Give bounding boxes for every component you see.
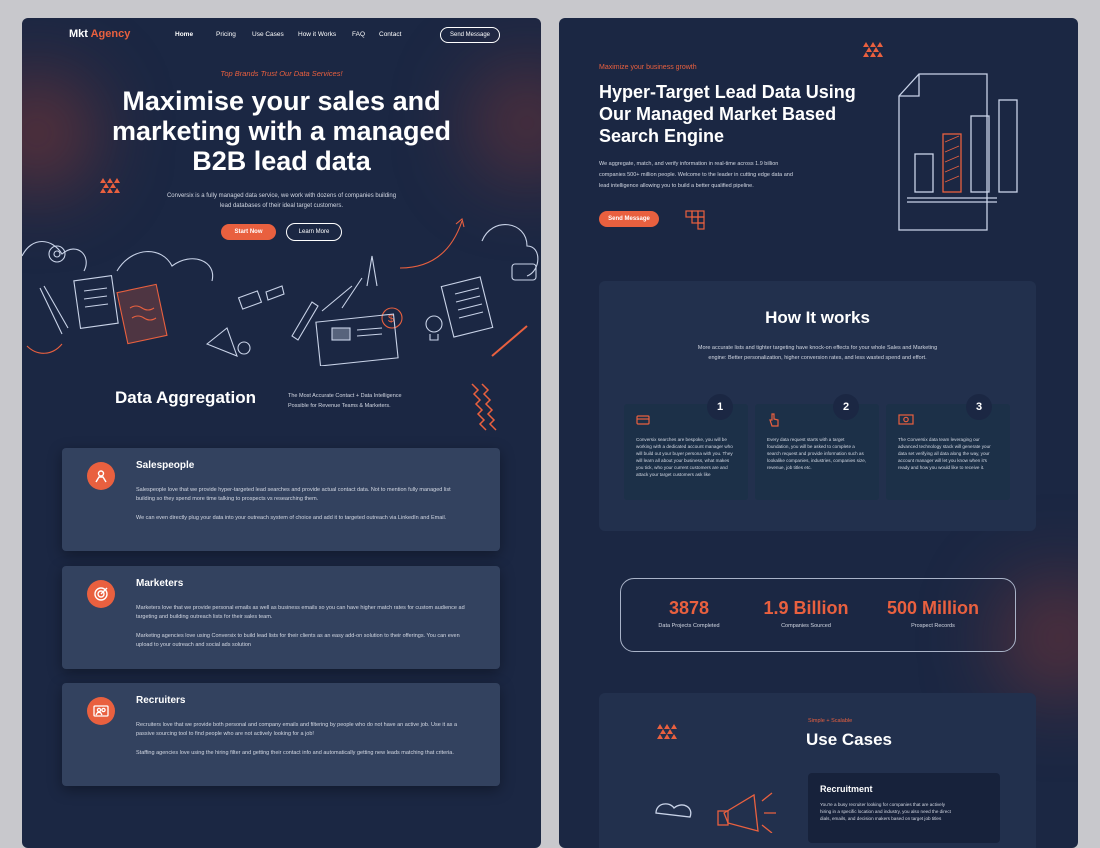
doodle-illustration: $ [22, 218, 539, 366]
recruiters-card: Recruiters Recruiters love that we provi… [62, 683, 500, 786]
landing-page-preview-right: Maximize your business growth Hyper-Targ… [559, 18, 1078, 848]
recruitment-card: Recruitment You're a busy recruiter look… [808, 773, 1000, 843]
card-text: Marketing agencies love using Conversix … [136, 633, 460, 648]
recruitment-text: You're a busy recruiter looking for comp… [820, 802, 951, 821]
card-text: Staffing agencies love using the hiring … [136, 750, 454, 756]
bar-chart-document-icon [898, 73, 1018, 231]
nav-contact[interactable]: Contact [379, 31, 419, 38]
aggregation-description: The Most Accurate Contact + Data Intelli… [288, 393, 402, 409]
stat-companies: 1.9 Billion Companies Sourced [763, 598, 849, 629]
hero-description: Conversix is a fully managed data servic… [166, 193, 397, 209]
step-card: 1 Conversix searches are bespoke, you wi… [624, 394, 748, 500]
use-cases-eyebrow: Simple + Scalable [808, 718, 853, 724]
target-icon [87, 580, 115, 608]
nav-faq[interactable]: FAQ [352, 31, 379, 38]
card-title: Salespeople [136, 460, 195, 471]
nav-home[interactable]: Home [175, 31, 216, 38]
hero-eyebrow: Maximize your business growth [599, 64, 697, 71]
credit-card-icon [636, 415, 650, 425]
nav-pricing[interactable]: Pricing [216, 31, 252, 38]
card-text: We can even directly plug your data into… [136, 515, 447, 521]
card-title: Recruiters [136, 695, 186, 706]
step-text: Every data request starts with a target … [767, 437, 867, 470]
step-number: 1 [707, 394, 733, 420]
hero-title: Maximise your sales and marketing with a… [111, 86, 452, 176]
triangle-pattern-icon [657, 724, 677, 745]
how-it-works-description: More accurate lists and tighter targetin… [697, 345, 938, 361]
step-text: The Conversix data team leveraging our a… [898, 437, 991, 470]
nav-how-it-works[interactable]: How it Works [298, 31, 352, 38]
how-it-works-title: How It works [765, 308, 870, 327]
send-message-button[interactable]: Send Message [440, 27, 500, 43]
main-nav: Home Pricing Use Cases How it Works FAQ … [175, 31, 419, 38]
step-text: Conversix searches are bespoke, you will… [636, 437, 733, 477]
step-card: 3 The Conversix data team leveraging our… [886, 394, 1010, 500]
cash-icon [898, 414, 914, 425]
landing-page-preview-left: Mkt Agency Home Pricing Use Cases How it… [22, 18, 541, 848]
use-cases-title: Use Cases [806, 730, 893, 749]
grid-decoration-icon [685, 210, 705, 230]
card-text: Marketers love that we provide personal … [136, 605, 465, 620]
team-icon [87, 697, 115, 725]
recruitment-title: Recruitment [820, 784, 873, 794]
salespeople-card: Salespeople Salespeople love that we pro… [62, 448, 500, 551]
zigzag-decoration-icon [471, 383, 497, 431]
person-icon [87, 462, 115, 490]
nav-use-cases[interactable]: Use Cases [252, 31, 298, 38]
step-number: 3 [966, 394, 992, 420]
card-text: Recruiters love that we provide both per… [136, 722, 458, 737]
hero-eyebrow: Top Brands Trust Our Data Services! [220, 69, 343, 78]
triangle-pattern-icon [863, 42, 883, 63]
stat-prospects: 500 Million Prospect Records [886, 598, 980, 629]
card-text: Salespeople love that we provide hyper-t… [136, 487, 451, 502]
hero-title: Hyper-Target Lead Data Using Our Managed… [599, 82, 856, 146]
megaphone-illustration-icon [655, 792, 776, 833]
hero-description: We aggregate, match, and verify informat… [599, 161, 793, 189]
card-title: Marketers [136, 578, 184, 589]
stat-projects: 3878 Data Projects Completed [658, 598, 720, 629]
marketers-card: Marketers Marketers love that we provide… [62, 566, 500, 669]
aggregation-title: Data Aggregation [115, 388, 257, 407]
logo[interactable]: Mkt Agency [69, 28, 130, 40]
step-card: 2 Every data request starts with a targe… [755, 394, 879, 500]
send-message-button[interactable]: Send Message [599, 211, 659, 227]
step-number: 2 [833, 394, 859, 420]
pointer-hand-icon [769, 413, 779, 427]
